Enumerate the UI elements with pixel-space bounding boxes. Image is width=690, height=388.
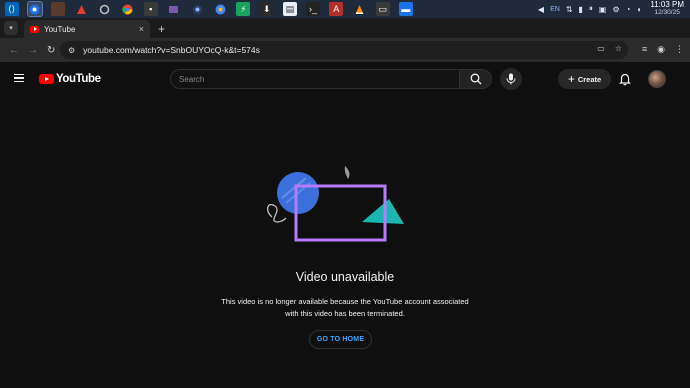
app17-icon[interactable]: ▭	[375, 2, 390, 16]
notifications-bell-icon[interactable]	[618, 72, 632, 86]
microphone-icon	[506, 73, 516, 85]
new-tab-button[interactable]: +	[158, 22, 165, 36]
network-icon[interactable]: ⇅	[566, 5, 573, 14]
page-title: Video unavailable	[295, 270, 395, 284]
clock-time: 11:03 PM	[650, 0, 684, 9]
clock-date: 12/30/25	[654, 9, 680, 16]
gear-app-icon[interactable]	[97, 2, 111, 16]
app15-icon[interactable]: A	[329, 2, 344, 16]
install-app-icon[interactable]: ▭	[597, 44, 605, 53]
bookmark-star-icon[interactable]: ☆	[615, 44, 622, 53]
account-avatar[interactable]	[648, 70, 666, 88]
app18-icon[interactable]: ▬	[398, 2, 413, 16]
chrome-color-icon[interactable]	[121, 2, 135, 16]
hamburger-menu-icon[interactable]	[14, 74, 24, 83]
taskbar-app-icons: ⟨⟩ ▪ ⚡ ⬇ ▤ ›_ A ▭ ▬	[0, 0, 417, 18]
tab-youtube[interactable]: YouTube ×	[24, 20, 150, 38]
close-tab-icon[interactable]: ×	[139, 24, 144, 34]
browser-toolbar: ← → ↻ ⚙ youtube.com/watch?v=SnbOUYOcQ-k&…	[0, 38, 690, 62]
address-bar[interactable]: ⚙ youtube.com/watch?v=SnbOUYOcQ-k&t=574s…	[60, 41, 628, 59]
vlc-icon[interactable]	[352, 2, 366, 16]
youtube-play-icon	[39, 74, 54, 84]
system-tray: ◀ EN ⇅ ▮ ⏸ ▣ ⚙ ◔ ◖ 11:03 PM 12/30/25	[535, 0, 690, 18]
create-button[interactable]: + Create	[558, 69, 611, 89]
teal-triangle-shape	[362, 199, 404, 224]
vscode-icon[interactable]: ⟨⟩	[4, 2, 19, 16]
app11-icon[interactable]: ⚡	[236, 2, 251, 16]
youtube-logo[interactable]: YouTube	[39, 73, 101, 85]
unavailable-message: This video is no longer available becaus…	[221, 297, 469, 318]
unavailable-illustration	[266, 166, 404, 242]
youtube-logo-text: YouTube	[56, 73, 101, 85]
search-icon	[470, 73, 481, 85]
pause-icon[interactable]: ⏸	[589, 4, 593, 14]
settings-icon[interactable]: ⚙	[612, 5, 619, 14]
app12-icon[interactable]: ⬇	[259, 2, 274, 16]
grey-leaf-shape	[344, 166, 350, 179]
battery-icon[interactable]: ▮	[579, 5, 583, 14]
os-taskbar: ⟨⟩ ▪ ⚡ ⬇ ▤ ›_ A ▭ ▬ ◀ EN ⇅ ▮ ⏸ ▣ ⚙ ◔ ◖ 1…	[0, 0, 690, 18]
site-info-icon[interactable]: ⚙	[68, 46, 75, 55]
media-controls-icon[interactable]: ≡	[642, 44, 647, 55]
youtube-favicon-icon	[30, 25, 39, 33]
browser-tab-strip: ▾ YouTube × +	[0, 18, 690, 38]
address-url[interactable]: youtube.com/watch?v=SnbOUYOcQ-k&t=574s	[83, 45, 260, 55]
forward-arrow-icon[interactable]: →	[28, 45, 38, 56]
search-box[interactable]	[170, 69, 460, 89]
clock[interactable]: 11:03 PM 12/30/25	[650, 1, 684, 17]
create-label: Create	[577, 74, 602, 84]
app8-icon[interactable]	[167, 2, 181, 16]
back-arrow-icon[interactable]: ←	[9, 45, 19, 56]
terminal-icon[interactable]: ›_	[306, 2, 321, 16]
search-button[interactable]	[459, 69, 492, 89]
plus-icon: +	[567, 72, 575, 86]
document-icon[interactable]: ▤	[282, 2, 297, 16]
language-indicator[interactable]: EN	[550, 6, 560, 13]
display-icon[interactable]: ▣	[599, 5, 607, 14]
app10-icon[interactable]	[213, 2, 227, 16]
reload-icon[interactable]: ↻	[47, 45, 55, 56]
app7-icon[interactable]: ▪	[143, 2, 158, 16]
browser-menu-icon[interactable]: ⋮	[675, 44, 684, 55]
youtube-header: YouTube + Create	[0, 62, 690, 96]
chrome-icon[interactable]	[26, 1, 43, 17]
wifi-icon[interactable]: ◔	[626, 5, 631, 14]
app9-icon[interactable]	[190, 2, 204, 16]
red-triangle-icon[interactable]	[74, 2, 88, 16]
voice-search-button[interactable]	[500, 68, 522, 90]
go-to-home-button[interactable]: GO TO HOME	[309, 330, 372, 349]
profile-icon[interactable]: ◉	[657, 44, 665, 55]
search-input[interactable]	[179, 74, 459, 84]
app3-icon[interactable]	[50, 2, 65, 16]
tab-search-button[interactable]: ▾	[4, 21, 18, 35]
tab-title: YouTube	[44, 24, 76, 34]
volume-icon[interactable]: ◖	[637, 5, 642, 14]
arrow-up-icon[interactable]: ◀	[538, 5, 544, 14]
